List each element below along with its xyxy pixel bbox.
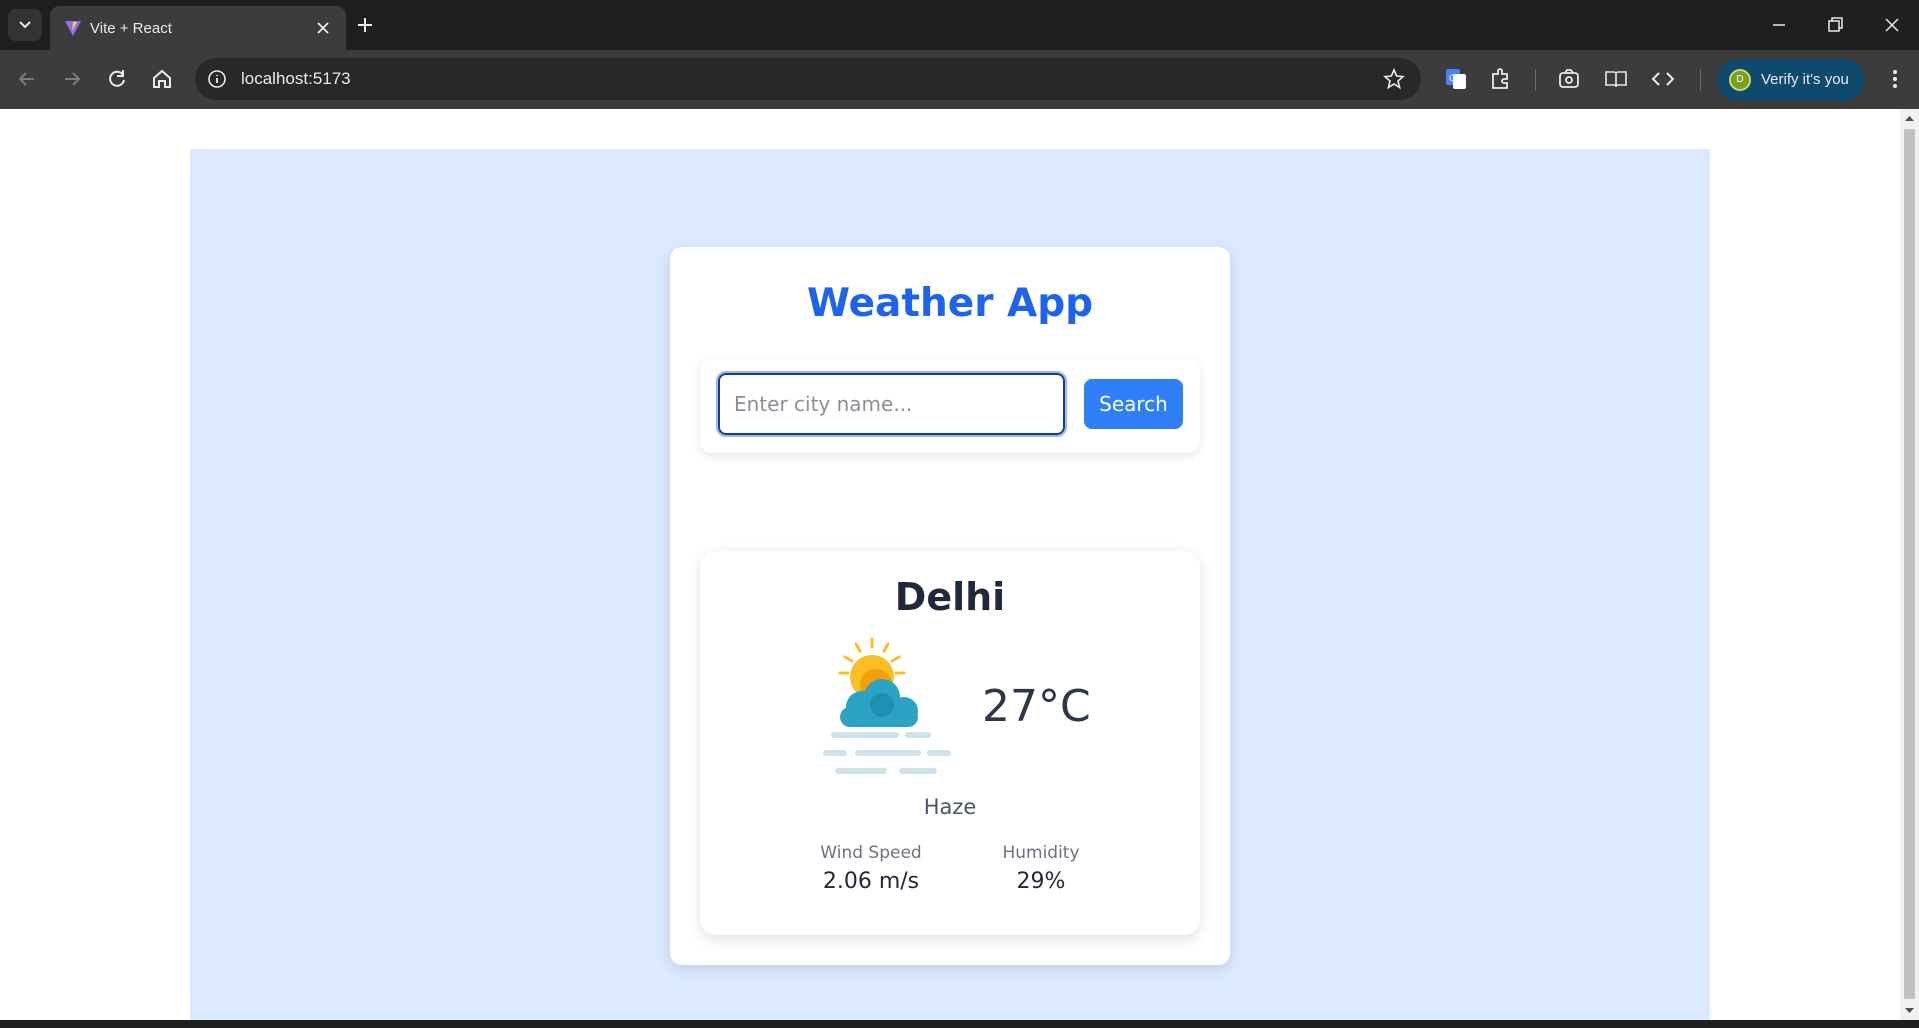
close-window-icon[interactable] (1879, 12, 1905, 38)
wind-speed-stat: Wind Speed 2.06 m/s (801, 843, 941, 894)
google-translate-icon[interactable]: G (1443, 66, 1469, 92)
reading-mode-icon[interactable] (1603, 66, 1629, 92)
browser-tab-bar: Vite + React (0, 0, 1919, 50)
weather-app-card: Weather App Search Delhi (670, 247, 1230, 965)
toolbar-divider (1700, 69, 1701, 91)
back-arrow-icon[interactable] (14, 66, 40, 92)
extensions-puzzle-icon[interactable] (1488, 66, 1514, 92)
reload-icon[interactable] (104, 66, 130, 92)
app-title: Weather App (806, 281, 1094, 326)
svg-text:G: G (1449, 73, 1456, 83)
vertical-scrollbar[interactable] (1900, 109, 1919, 1020)
humidity-stat: Humidity 29% (971, 843, 1111, 894)
city-search-input[interactable] (716, 371, 1067, 437)
kebab-menu-icon[interactable] (1882, 66, 1908, 92)
profile-avatar: D (1729, 69, 1751, 91)
search-panel: Search (700, 359, 1200, 453)
close-tab-icon[interactable] (314, 19, 332, 37)
app-background: Weather App Search Delhi (190, 149, 1710, 1020)
humidity-label: Humidity (1002, 843, 1080, 863)
wind-speed-label: Wind Speed (820, 843, 922, 863)
taskbar-edge (0, 1020, 1919, 1028)
search-button[interactable]: Search (1084, 379, 1183, 429)
address-bar[interactable]: localhost:5173 (195, 58, 1421, 100)
vite-logo-icon (65, 21, 81, 36)
browser-tab[interactable]: Vite + React (50, 6, 346, 50)
chevron-down-icon (19, 21, 31, 29)
minimize-icon[interactable] (1766, 12, 1792, 38)
tab-search-button[interactable] (8, 9, 42, 41)
scrollbar-thumb[interactable] (1904, 129, 1915, 999)
city-name: Delhi (894, 575, 1006, 619)
scroll-up-icon[interactable] (1905, 114, 1914, 123)
screenshot-lens-icon[interactable] (1556, 66, 1582, 92)
scroll-down-icon[interactable] (1905, 1006, 1914, 1015)
humidity-value: 29% (1016, 869, 1066, 894)
forward-arrow-icon[interactable] (59, 66, 85, 92)
wind-speed-value: 2.06 m/s (822, 869, 920, 894)
restore-icon[interactable] (1822, 12, 1848, 38)
haze-sun-cloud-icon (823, 637, 951, 774)
site-info-icon[interactable] (207, 69, 227, 89)
devtools-code-icon[interactable] (1650, 66, 1676, 92)
weather-result-card: Delhi 27°C Haze Wind Speed 2.06 m/s Humi… (700, 551, 1200, 935)
bookmark-star-icon[interactable] (1383, 68, 1405, 90)
profile-verify-label: Verify it's you (1761, 71, 1849, 88)
url-text[interactable]: localhost:5173 (241, 69, 351, 89)
browser-toolbar: localhost:5173 G D Verify it's you (0, 50, 1919, 109)
page-viewport: Weather App Search Delhi (0, 109, 1900, 1020)
tab-title: Vite + React (90, 20, 172, 37)
home-icon[interactable] (149, 66, 175, 92)
new-tab-icon[interactable] (353, 13, 377, 37)
temperature-value: 27°C (982, 681, 1091, 732)
weather-condition: Haze (923, 795, 977, 819)
toolbar-divider (1535, 69, 1536, 91)
profile-verify-button[interactable]: D Verify it's you (1717, 59, 1865, 101)
